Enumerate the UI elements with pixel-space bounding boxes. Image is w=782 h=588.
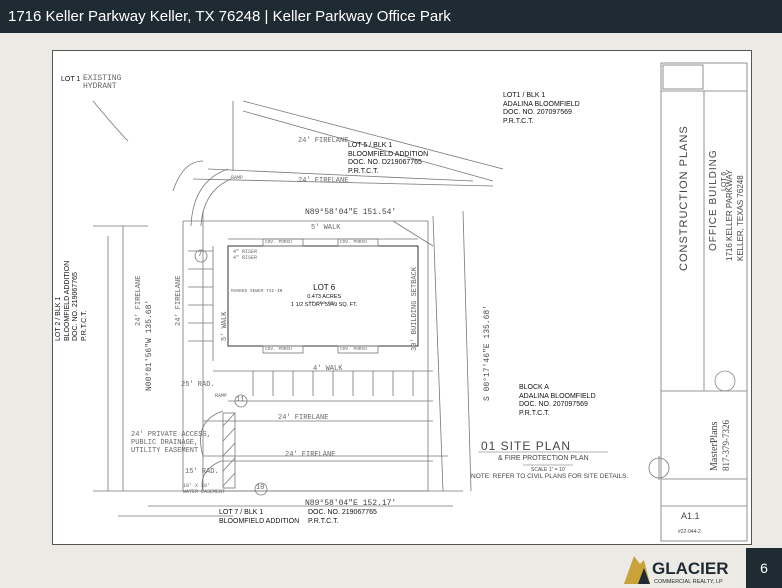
ramp-label: RAMP bbox=[231, 175, 244, 181]
finish-floor-label: FF 663.50 bbox=[309, 301, 334, 306]
fire-lane-label: 24' FIRELANE bbox=[298, 177, 349, 185]
city-label: KELLER, TEXAS 76248 bbox=[736, 175, 745, 261]
walk-top-label: 5' WALK bbox=[311, 224, 341, 232]
lot5-label: LOT 5 / BLK 1 BLOOMFIELD ADDITION DOC. N… bbox=[348, 142, 429, 175]
cov-porch-label: COV. PORCH bbox=[265, 240, 293, 245]
walk-left-label: 5' WALK bbox=[221, 311, 229, 341]
setback-label: 30' BUILDING SETBACK bbox=[411, 266, 419, 351]
parking-count-label: 10 bbox=[256, 484, 265, 492]
cov-porch-label: COV. PORCH bbox=[340, 347, 368, 352]
firm-name: MasterPlans bbox=[709, 421, 720, 471]
lot1-label: LOT 1 bbox=[61, 76, 81, 83]
cov-porch-label: COV. PORCH bbox=[265, 347, 293, 352]
brand-text: GLACIER bbox=[652, 559, 729, 578]
cov-porch-label: COV. PORCH bbox=[340, 240, 368, 245]
fire-lane-left-label: 24' FIRELANE bbox=[175, 275, 183, 326]
walk-bottom-label: 4' WALK bbox=[313, 365, 343, 373]
page-title: 1716 Keller Parkway Keller, TX 76248 | K… bbox=[8, 8, 451, 25]
lot7-label: LOT 7 / BLK 1 BLOOMFIELD ADDITION bbox=[219, 509, 300, 525]
west-line-label: N00°01'56"W 135.68' bbox=[145, 299, 154, 391]
fire-lane-label: 24' FIRELANE bbox=[278, 414, 329, 422]
south-line-label: N89°58'04"E 152.17' bbox=[305, 499, 397, 508]
block-a-label: BLOCK A ADALINA BLOOMFIELD DOC. NO. 2070… bbox=[519, 384, 596, 417]
ramp-label: RAMP bbox=[215, 393, 228, 399]
firm-seal-icon bbox=[714, 370, 736, 392]
project-number: #22-044-2 bbox=[678, 529, 701, 535]
site-plan-drawing bbox=[92, 62, 748, 542]
radius-15-label: 15' RAD. bbox=[185, 468, 219, 476]
office-building-label: OFFICE BUILDING bbox=[708, 149, 719, 251]
water-easement-label: 10' X 10' WATER EASEMENT bbox=[183, 483, 226, 495]
plan-note: NOTE: REFER TO CIVIL PLANS FOR SITE DETA… bbox=[471, 473, 629, 480]
site-plan-sheet: LOT 1 LOT1 / BLK 1 ADALINA BLOOMFIELD DO… bbox=[52, 50, 752, 545]
lot2-label: LOT 2 / BLK 1 BLOOMFIELD ADDITION DOC. N… bbox=[55, 260, 88, 341]
access-easement-label: 24' PRIVATE ACCESS, PUBLIC DRAINAGE, UTI… bbox=[131, 431, 211, 455]
fire-lane-label: 24' FIRELANE bbox=[285, 451, 336, 459]
page-number: 6 bbox=[746, 548, 782, 588]
sewer-tie-in-label: MARKED SEWER TIE-IN bbox=[231, 289, 283, 294]
sheet-number: A1.1 bbox=[681, 511, 700, 521]
parking-count-label: 11 bbox=[236, 396, 245, 404]
east-line-label: S 00°17'46"E 135.68' bbox=[483, 304, 492, 401]
riser-label: 4" RISER 4" RISER bbox=[233, 249, 258, 261]
page-footer: GLACIER COMMERCIAL REALTY, LP 6 bbox=[0, 548, 782, 588]
north-line-label: N89°58'04"E 151.54' bbox=[305, 208, 397, 217]
brand-subtext: COMMERCIAL REALTY, LP bbox=[654, 579, 723, 585]
site-plan-title: 01 SITE PLAN bbox=[481, 439, 572, 453]
lot1-blk-label: LOT1 / BLK 1 ADALINA BLOOMFIELD DOC. NO.… bbox=[503, 92, 580, 125]
existing-hydrant-label: EXISTING HYDRANT bbox=[83, 74, 122, 91]
glacier-logo: GLACIER COMMERCIAL REALTY, LP bbox=[624, 556, 729, 585]
construction-plans-label: CONSTRUCTION PLANS bbox=[678, 125, 690, 271]
page-header: 1716 Keller Parkway Keller, TX 76248 | K… bbox=[0, 0, 782, 33]
fire-lane-left-label: 24' FIRELANE bbox=[135, 275, 143, 326]
fire-lane-label: 24' FIRELANE bbox=[298, 137, 349, 145]
site-plan-subtitle: & FIRE PROTECTION PLAN bbox=[498, 455, 589, 462]
street-address-label: 1716 KELLER PARKWAY bbox=[725, 169, 734, 261]
radius-25-label: 25' RAD. bbox=[181, 381, 215, 389]
lot7-doc-label: DOC. NO. 219067765 P.R.T.C.T. bbox=[308, 509, 377, 525]
firm-phone: 817-379-7326 bbox=[721, 420, 731, 471]
parking-count-label: 7 bbox=[198, 251, 203, 259]
